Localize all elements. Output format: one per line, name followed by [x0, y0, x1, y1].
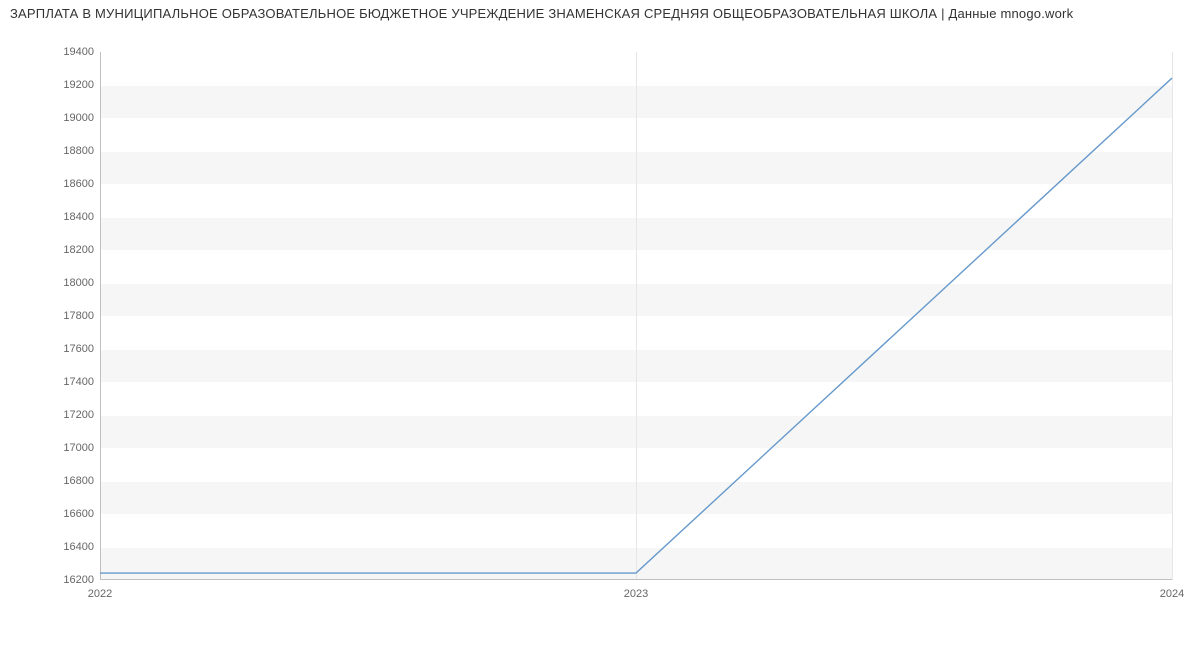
- y-tick-label: 17600: [63, 343, 94, 355]
- y-tick-label: 17200: [63, 409, 94, 421]
- y-tick-label: 18600: [63, 178, 94, 190]
- x-tick-label: 2023: [624, 588, 648, 600]
- y-tick-label: 16600: [63, 508, 94, 520]
- y-tick-label: 16400: [63, 541, 94, 553]
- grid-line-vertical: [1172, 52, 1173, 580]
- y-tick-label: 19000: [63, 112, 94, 124]
- line-series-layer: [100, 52, 1172, 580]
- y-tick-label: 19200: [63, 79, 94, 91]
- line-series: [100, 78, 1172, 573]
- y-tick-label: 17800: [63, 310, 94, 322]
- y-tick-label: 16200: [63, 574, 94, 586]
- x-tick-label: 2022: [88, 588, 112, 600]
- y-tick-label: 18800: [63, 145, 94, 157]
- x-tick-label: 2024: [1160, 588, 1184, 600]
- chart-title: ЗАРПЛАТА В МУНИЦИПАЛЬНОЕ ОБРАЗОВАТЕЛЬНОЕ…: [10, 6, 1190, 21]
- y-tick-label: 17400: [63, 376, 94, 388]
- y-tick-label: 16800: [63, 475, 94, 487]
- chart-container: ЗАРПЛАТА В МУНИЦИПАЛЬНОЕ ОБРАЗОВАТЕЛЬНОЕ…: [0, 0, 1200, 650]
- y-tick-label: 18400: [63, 211, 94, 223]
- y-tick-label: 17000: [63, 442, 94, 454]
- y-tick-label: 19400: [63, 46, 94, 58]
- plot-area: [100, 52, 1172, 580]
- y-tick-label: 18000: [63, 277, 94, 289]
- y-tick-label: 18200: [63, 244, 94, 256]
